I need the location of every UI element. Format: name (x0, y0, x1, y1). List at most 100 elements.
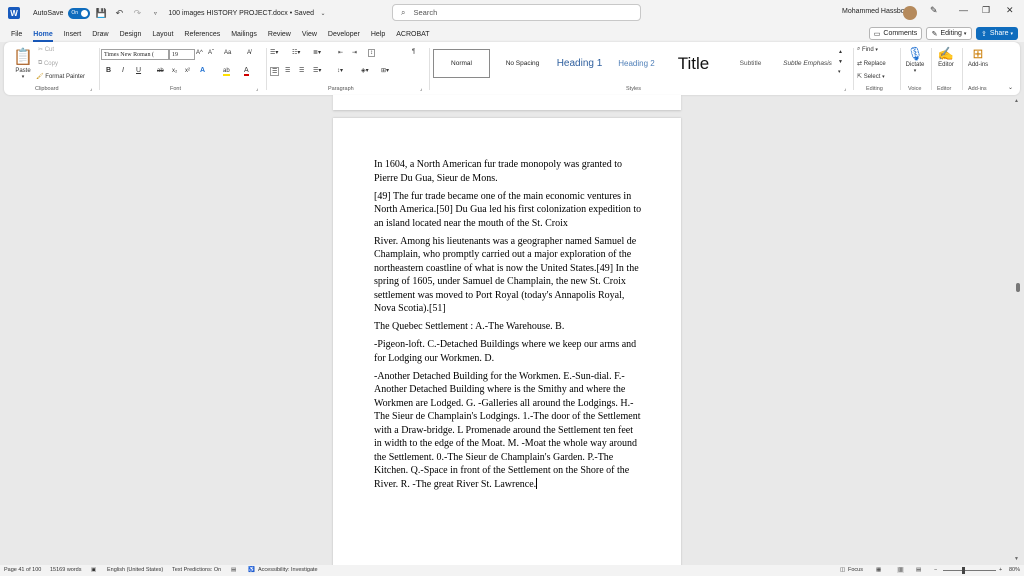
paragraph[interactable]: In 1604, a North American fur trade mono… (374, 158, 642, 185)
search-box[interactable]: ⌕ Search (392, 4, 641, 21)
scroll-up-icon[interactable]: ▲ (1014, 98, 1019, 104)
share-button[interactable]: ⇪ Share ▾ (976, 27, 1018, 40)
show-formatting-icon[interactable]: ¶ (412, 49, 415, 55)
highlight-button[interactable]: ab (223, 68, 230, 76)
collapse-ribbon-icon[interactable]: ⌄ (1008, 84, 1013, 91)
tab-developer[interactable]: Developer (328, 26, 360, 42)
close-icon[interactable]: ✕ (1006, 5, 1014, 16)
align-right-icon[interactable]: ☰ (299, 67, 304, 74)
font-color-button[interactable]: A (244, 67, 249, 76)
line-spacing-icon[interactable]: ↕▾ (337, 67, 343, 74)
underline-button[interactable]: U (136, 67, 141, 74)
select-button[interactable]: ⇱ Select ▾ (857, 73, 885, 81)
tab-view[interactable]: View (302, 26, 317, 42)
redo-icon[interactable]: ↷ (130, 6, 144, 20)
style-subtle-emphasis[interactable]: Subtle Emphasis (779, 49, 836, 78)
justify-icon[interactable]: ☰▾ (313, 67, 321, 74)
shrink-font-button[interactable]: Aˇ (208, 50, 214, 56)
sort-icon[interactable]: ↕ (368, 49, 375, 57)
cut-button[interactable]: ✂ Cut (38, 46, 54, 54)
addins-button[interactable]: ⊞ Add-ins (965, 46, 991, 68)
shading-icon[interactable]: ◈▾ (361, 67, 369, 74)
align-center-icon[interactable]: ☰ (285, 67, 290, 74)
bullets-icon[interactable]: ☰▾ (270, 49, 278, 56)
subscript-button[interactable]: x₂ (172, 68, 177, 74)
user-name[interactable]: Mohammed Hassbo (842, 8, 905, 15)
style-no-spacing[interactable]: No Spacing (494, 49, 551, 78)
chevron-down-icon[interactable]: ⌄ (316, 6, 330, 20)
restore-icon[interactable]: ❐ (982, 5, 990, 16)
paragraph[interactable]: [49] The fur trade became one of the mai… (374, 190, 642, 231)
zoom-level[interactable]: 80% (1009, 567, 1020, 573)
dialog-launcher-icon[interactable]: ⌟ (420, 86, 422, 92)
tab-layout[interactable]: Layout (152, 26, 173, 42)
numbering-icon[interactable]: ☷▾ (292, 49, 300, 56)
tab-help[interactable]: Help (371, 26, 385, 42)
text-predictions-status[interactable]: Text Predictions: On (172, 567, 221, 573)
change-case-button[interactable]: Aa (224, 50, 231, 56)
zoom-out-icon[interactable]: − (934, 567, 937, 573)
comments-button[interactable]: ▭ Comments (869, 27, 922, 40)
styles-scroll-down-icon[interactable]: ▼ (838, 59, 843, 65)
page-count[interactable]: Page 41 of 100 (4, 567, 41, 573)
borders-icon[interactable]: ⊞▾ (381, 67, 389, 74)
dialog-launcher-icon[interactable]: ⌟ (256, 86, 258, 92)
increase-indent-icon[interactable]: ⇥ (352, 49, 357, 56)
copy-button[interactable]: ⧉ Copy (38, 60, 58, 67)
zoom-slider-handle[interactable] (962, 567, 965, 574)
read-mode-icon[interactable]: ▦ (876, 567, 881, 573)
styles-scroll-up-icon[interactable]: ▲ (838, 49, 843, 55)
style-heading-1[interactable]: Heading 1 (551, 49, 608, 78)
undo-icon[interactable]: ↶ (112, 6, 126, 20)
customize-toolbar-icon[interactable]: ▿ (148, 6, 162, 20)
document-title[interactable]: 100 images HISTORY PROJECT.docx • Saved (168, 10, 314, 17)
dictate-button[interactable]: 🎙 Dictate ▾ (904, 46, 926, 74)
editor-button[interactable]: ✍ Editor (935, 46, 957, 68)
word-count[interactable]: 15169 words (50, 567, 82, 573)
editing-mode-button[interactable]: ✎ Editing ▾ (926, 27, 972, 40)
vertical-scrollbar-thumb[interactable] (1016, 283, 1020, 292)
document-page[interactable]: In 1604, a North American fur trade mono… (333, 118, 681, 568)
paste-button[interactable]: 📋 Paste ▾ (12, 47, 34, 83)
multilevel-list-icon[interactable]: ≣▾ (313, 49, 321, 56)
tab-review[interactable]: Review (268, 26, 291, 42)
macro-icon[interactable]: ▤ (231, 567, 236, 573)
dialog-launcher-icon[interactable]: ⌟ (844, 86, 846, 92)
minimize-icon[interactable]: — (959, 5, 968, 15)
scroll-down-icon[interactable]: ▼ (1014, 556, 1019, 562)
style-normal[interactable]: Normal (433, 49, 490, 78)
superscript-button[interactable]: x² (185, 68, 190, 74)
replace-button[interactable]: ⇄ Replace (857, 60, 886, 68)
focus-button[interactable]: Focus (848, 567, 863, 573)
proofing-icon[interactable]: ▣ (91, 567, 96, 573)
language-status[interactable]: English (United States) (107, 567, 163, 573)
accessibility-status[interactable]: Accessibility: Investigate (258, 567, 318, 573)
zoom-in-icon[interactable]: + (999, 567, 1002, 573)
tab-insert[interactable]: Insert (64, 26, 82, 42)
decrease-indent-icon[interactable]: ⇤ (338, 49, 343, 56)
strikethrough-button[interactable]: ab (157, 68, 164, 74)
tab-draw[interactable]: Draw (92, 26, 108, 42)
web-layout-icon[interactable]: ▤ (916, 567, 921, 573)
italic-button[interactable]: I (122, 67, 124, 74)
tab-file[interactable]: File (11, 26, 22, 42)
tab-design[interactable]: Design (120, 26, 142, 42)
format-painter-button[interactable]: 🖌 Format Painter (36, 73, 85, 81)
print-layout-icon[interactable]: ▥ (897, 567, 905, 573)
style-heading-2[interactable]: Heading 2 (608, 49, 665, 78)
zoom-slider-track[interactable] (943, 570, 996, 571)
tab-references[interactable]: References (184, 26, 220, 42)
dialog-launcher-icon[interactable]: ⌟ (90, 86, 92, 92)
style-subtitle[interactable]: Subtitle (722, 49, 779, 78)
bold-button[interactable]: B (106, 67, 111, 74)
paragraph[interactable]: River. Among his lieutenants was a geogr… (374, 235, 642, 316)
font-name-field[interactable]: Times New Roman ( (101, 49, 169, 60)
autosave-toggle[interactable]: On (68, 7, 91, 19)
tab-home[interactable]: Home (33, 26, 54, 42)
clear-formatting-icon[interactable]: A̸ (247, 50, 251, 56)
align-left-icon[interactable]: ☰ (270, 67, 280, 76)
tab-acrobat[interactable]: ACROBAT (396, 26, 429, 42)
paragraph[interactable]: -Another Detached Building for the Workm… (374, 370, 642, 492)
grow-font-button[interactable]: A^ (196, 50, 203, 56)
tab-mailings[interactable]: Mailings (231, 26, 257, 42)
